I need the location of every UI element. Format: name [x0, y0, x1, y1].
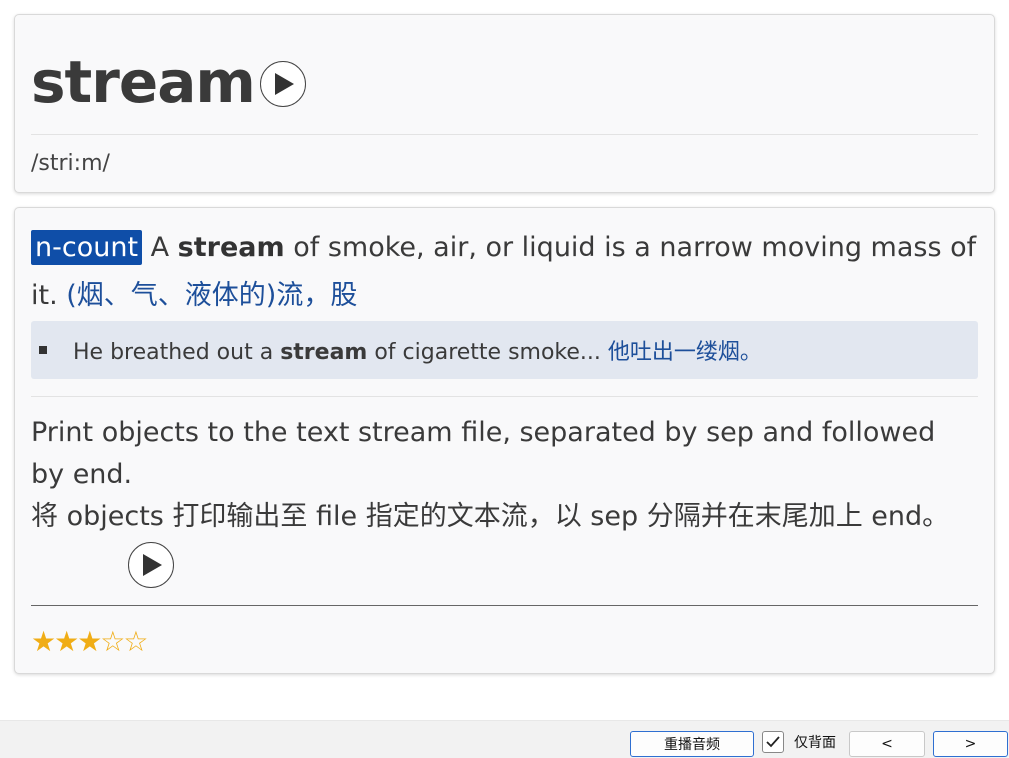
- divider: [31, 134, 978, 135]
- headword: stream: [31, 48, 256, 116]
- usage-note-english: Print objects to the text stream file, s…: [31, 417, 936, 490]
- play-icon: [143, 554, 162, 576]
- example-translation: 他吐出一缕烟。: [607, 340, 762, 365]
- definition: n-count A stream of smoke, air, or liqui…: [31, 224, 980, 320]
- example-post: of cigarette smoke...: [367, 340, 608, 365]
- play-icon: [275, 73, 294, 95]
- definition-translation: (烟、气、液体的)流，股: [66, 280, 358, 311]
- pos-badge: n-count: [31, 230, 143, 265]
- next-card-button[interactable]: >: [933, 731, 1008, 757]
- bullet-icon: [39, 346, 47, 354]
- back-only-checkbox[interactable]: [762, 731, 784, 753]
- back-only-label: 仅背面: [794, 735, 836, 751]
- usage-note-chinese: 将 objects 打印输出至 file 指定的文本流，以 sep 分隔并在末尾…: [31, 501, 950, 532]
- back-only-toggle[interactable]: 仅背面: [762, 731, 836, 753]
- check-icon: [766, 736, 780, 748]
- divider: [31, 396, 978, 397]
- replay-audio-button[interactable]: 重播音频: [630, 731, 754, 757]
- divider: [31, 605, 978, 606]
- review-toolbar: 重播音频 仅背面 < >: [0, 720, 1009, 758]
- phonetic: /stri:m/: [31, 151, 110, 176]
- word-card: stream /stri:m/: [14, 14, 995, 193]
- definition-text-pre: A: [142, 232, 178, 263]
- definition-card: n-count A stream of smoke, air, or liqui…: [14, 207, 995, 674]
- example-headword: stream: [280, 340, 368, 365]
- play-note-audio-button[interactable]: [128, 542, 174, 588]
- definition-headword: stream: [177, 232, 285, 263]
- prev-card-button[interactable]: <: [849, 731, 925, 757]
- usage-note: Print objects to the text stream file, s…: [31, 412, 976, 538]
- star-rating: ★★★☆☆: [31, 625, 149, 658]
- headword-row: stream: [31, 45, 256, 119]
- example-sentence: He breathed out a stream of cigarette sm…: [31, 321, 978, 379]
- example-pre: He breathed out a: [73, 340, 281, 365]
- play-word-audio-button[interactable]: [260, 61, 306, 107]
